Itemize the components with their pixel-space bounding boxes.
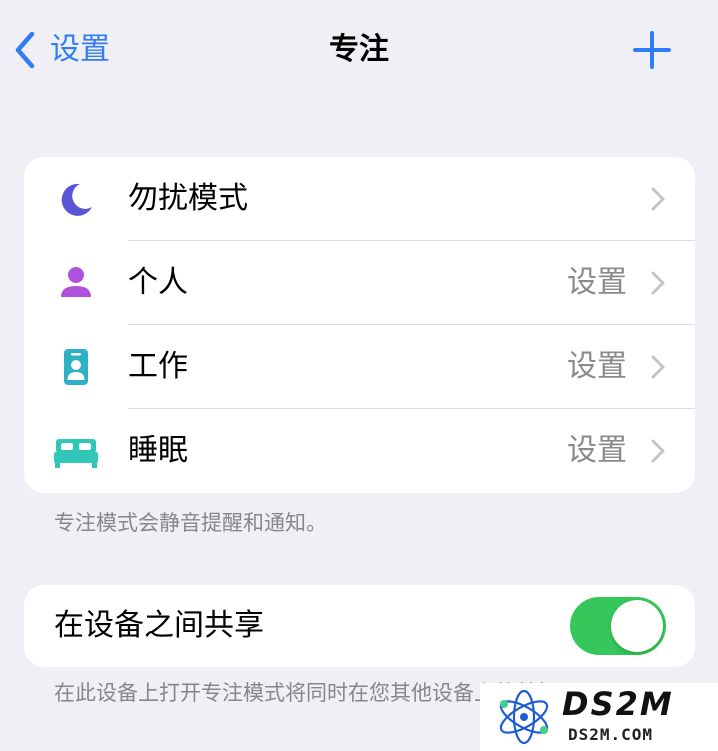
chevron-right-icon bbox=[651, 355, 665, 379]
focus-mode-label: 睡眠 bbox=[128, 433, 188, 468]
focus-mode-value: 设置 bbox=[567, 433, 627, 468]
share-across-devices-row: 在设备之间共享 bbox=[24, 585, 695, 667]
share-label: 在设备之间共享 bbox=[54, 608, 264, 643]
focus-mode-work[interactable]: 工作 设置 bbox=[24, 325, 695, 409]
focus-mode-label: 勿扰模式 bbox=[128, 181, 248, 216]
focus-mode-value: 设置 bbox=[567, 349, 627, 384]
focus-mode-personal[interactable]: 个人 设置 bbox=[24, 241, 695, 325]
atom-logo-icon bbox=[499, 689, 549, 745]
chevron-right-icon bbox=[651, 187, 665, 211]
moon-icon bbox=[54, 179, 98, 219]
focus-modes-footnote: 专注模式会静音提醒和通知。 bbox=[54, 511, 327, 535]
focus-mode-value: 设置 bbox=[567, 265, 627, 300]
watermark-url: DS2M.COM bbox=[568, 725, 654, 744]
watermark: DS2M DS2M.COM bbox=[480, 683, 718, 751]
focus-mode-sleep[interactable]: 睡眠 设置 bbox=[24, 409, 695, 493]
chevron-right-icon bbox=[651, 439, 665, 463]
focus-modes-list: 勿扰模式 个人 设置 工作 设置 睡眠 设置 bbox=[24, 157, 695, 493]
share-toggle[interactable] bbox=[570, 597, 666, 655]
focus-mode-label: 个人 bbox=[128, 265, 188, 300]
person-icon bbox=[54, 263, 98, 303]
navigation-bar: 设置 专注 bbox=[0, 0, 718, 100]
page-title: 专注 bbox=[329, 32, 389, 67]
focus-mode-do-not-disturb[interactable]: 勿扰模式 bbox=[24, 157, 695, 241]
plus-icon[interactable] bbox=[632, 30, 672, 70]
bed-icon bbox=[54, 431, 98, 471]
watermark-brand: DS2M bbox=[562, 685, 674, 723]
chevron-right-icon bbox=[651, 271, 665, 295]
toggle-knob bbox=[611, 600, 663, 652]
focus-mode-label: 工作 bbox=[128, 349, 188, 384]
badge-icon bbox=[54, 347, 98, 387]
